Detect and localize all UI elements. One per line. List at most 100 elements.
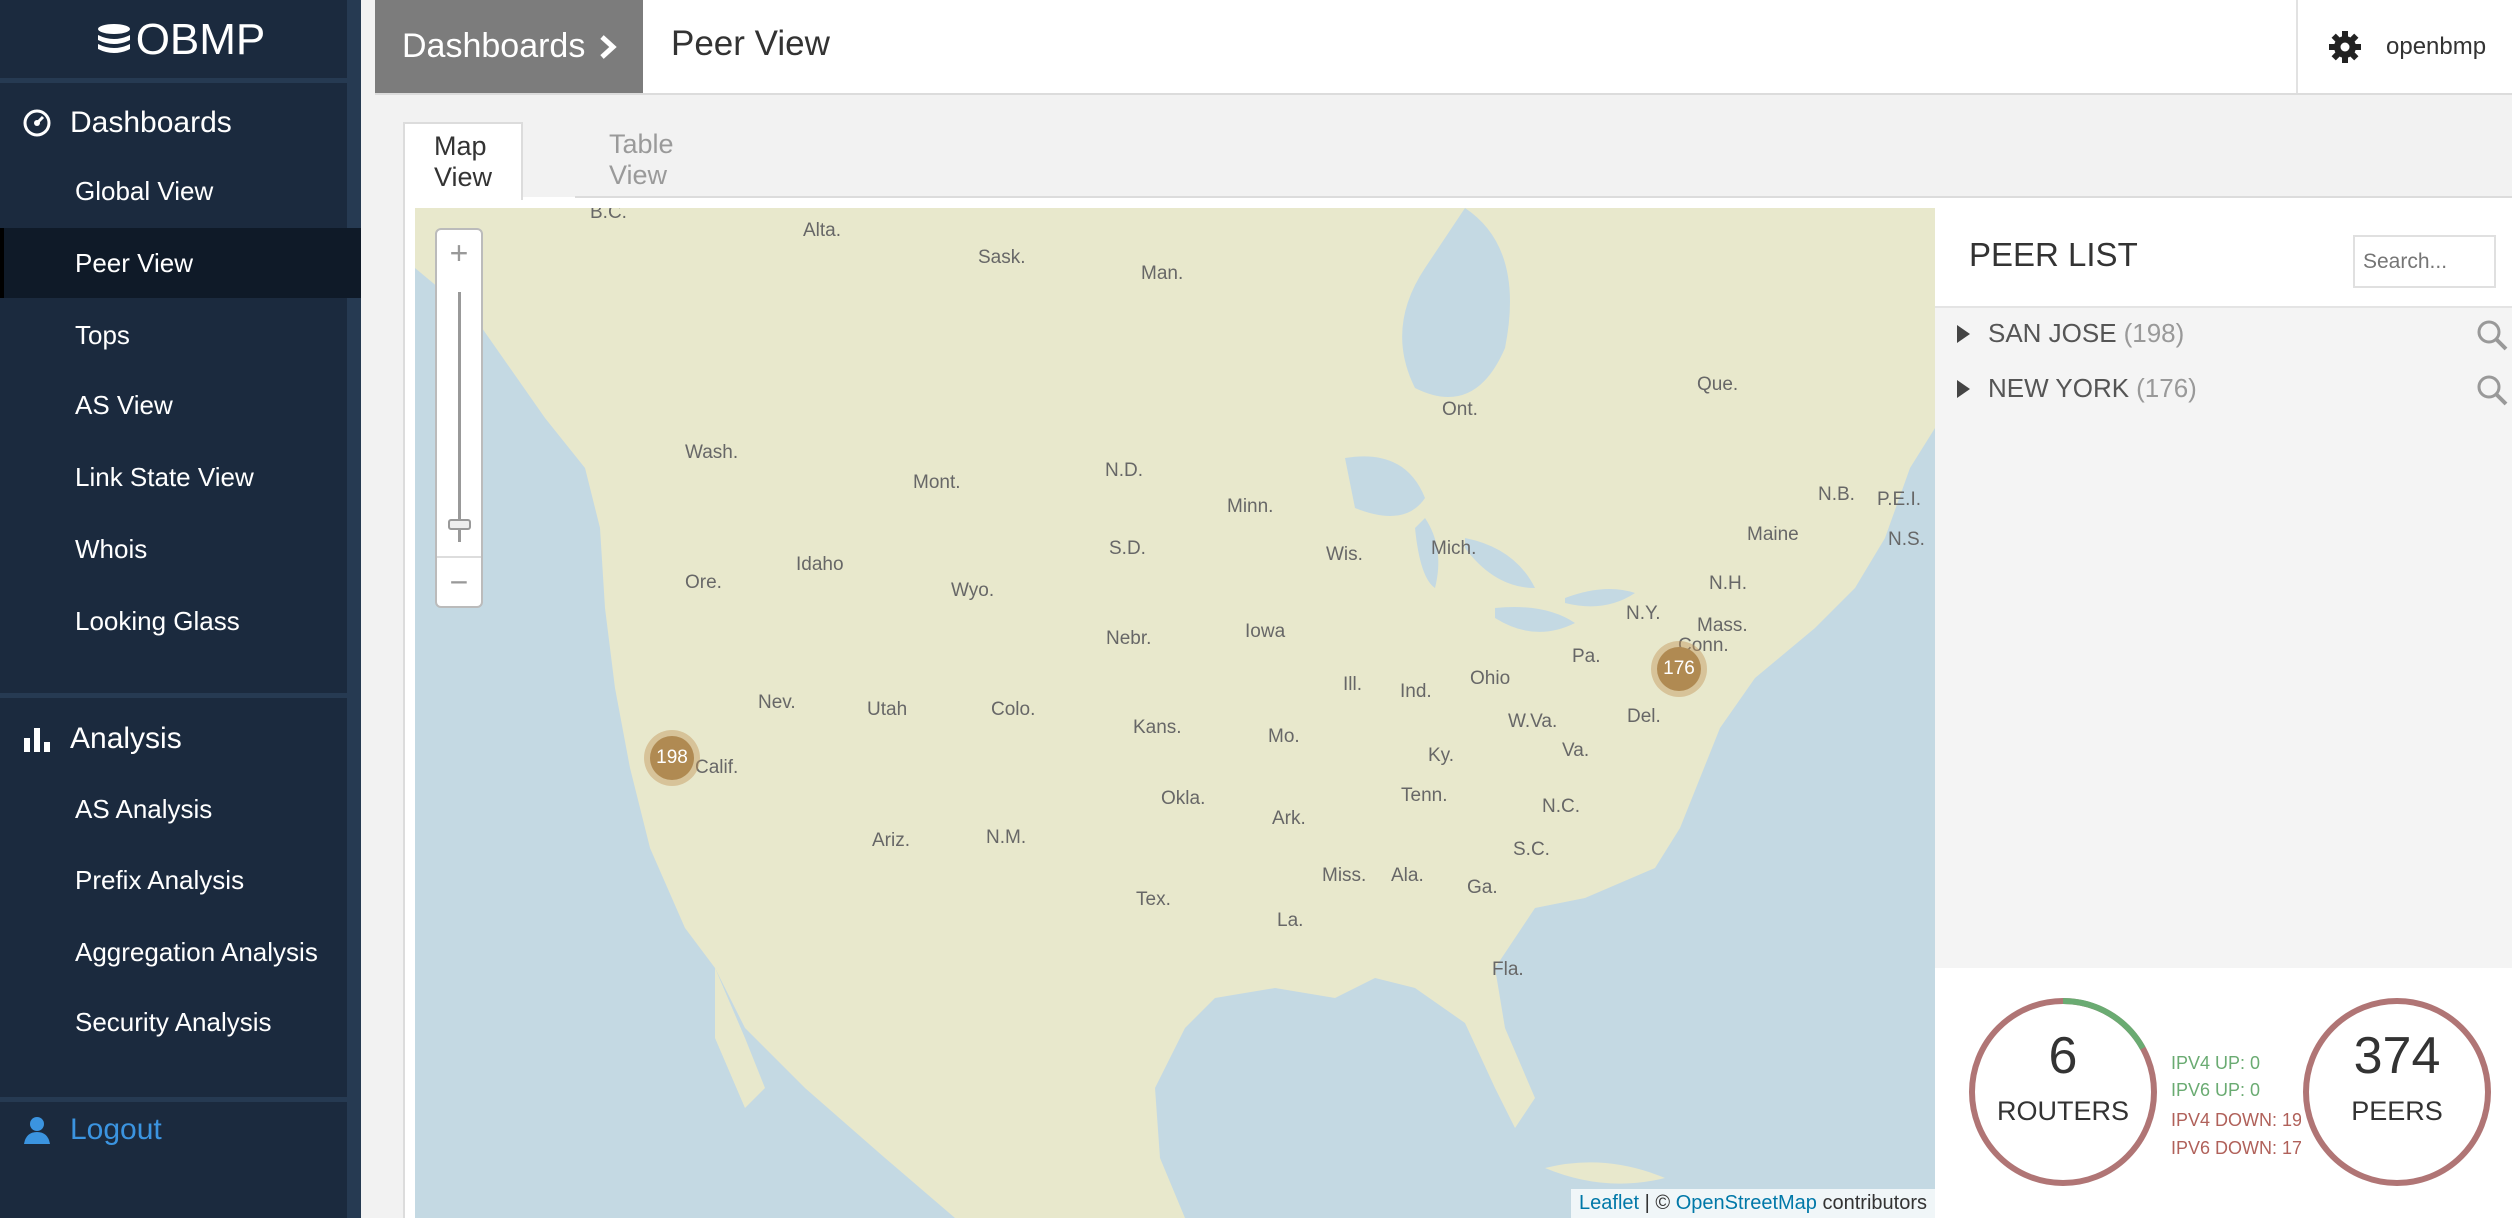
map-label: Tenn. bbox=[1401, 785, 1448, 806]
logo-text: OBMP bbox=[135, 15, 266, 64]
user-menu[interactable]: openbmp bbox=[2296, 0, 2512, 93]
map-label: S.D. bbox=[1109, 538, 1146, 559]
sidebar-item-label: Looking Glass bbox=[75, 605, 240, 636]
zoom-out-button[interactable]: − bbox=[437, 556, 481, 606]
routers-label: ROUTERS bbox=[1996, 1096, 2129, 1126]
sidebar-item-label: AS Analysis bbox=[75, 793, 213, 824]
sidebar-section-analysis[interactable]: Analysis bbox=[0, 704, 361, 774]
peers-count: 374 bbox=[2353, 1027, 2441, 1085]
zoom-in-button[interactable]: + bbox=[437, 230, 481, 276]
map-label: Ore. bbox=[685, 572, 722, 593]
sidebar-item-security-analysis[interactable]: Security Analysis bbox=[0, 987, 361, 1057]
map-label: Sask. bbox=[978, 247, 1026, 268]
map-label: Miss. bbox=[1322, 865, 1367, 886]
ipv6-up-text: IPV6 UP: 0 bbox=[2171, 1080, 2261, 1100]
zoom-slider-track[interactable] bbox=[458, 292, 461, 542]
peers-ring bbox=[2301, 996, 2493, 1188]
sidebar-item-label: Prefix Analysis bbox=[75, 864, 245, 895]
peer-count: (176) bbox=[2136, 373, 2197, 403]
map-cluster-marker[interactable]: 176 bbox=[1651, 641, 1707, 697]
map-label: Idaho bbox=[796, 554, 844, 575]
sidebar-section-dashboards[interactable]: Dashboards bbox=[0, 88, 361, 158]
sidebar-item-label: Peer View bbox=[75, 247, 194, 278]
peer-list-item[interactable]: SAN JOSE (198) bbox=[1935, 306, 2512, 361]
search-icon[interactable] bbox=[2475, 318, 2509, 352]
expand-triangle-icon[interactable] bbox=[1957, 379, 1970, 398]
routers-ring bbox=[1969, 998, 2157, 1186]
zoom-slider-handle[interactable] bbox=[448, 519, 471, 530]
map-label: Nev. bbox=[758, 692, 796, 713]
sidebar-item-whois[interactable]: Whois bbox=[0, 514, 361, 584]
map-attribution: Leaflet | © OpenStreetMap contributors bbox=[1571, 1189, 1935, 1218]
breadcrumb-label: Dashboards bbox=[402, 27, 586, 65]
logout-label: Logout bbox=[70, 1113, 162, 1146]
sidebar-divider bbox=[0, 693, 361, 698]
sidebar-item-label: Tops bbox=[75, 319, 130, 350]
user-icon bbox=[24, 1117, 50, 1144]
map-label: Wyo. bbox=[951, 580, 995, 601]
peer-location: SAN JOSE bbox=[1988, 318, 2117, 348]
map-label: Calif. bbox=[695, 757, 739, 778]
leaflet-link[interactable]: Leaflet bbox=[1579, 1192, 1639, 1214]
map-label: Va. bbox=[1562, 740, 1590, 761]
app-logo[interactable]: OBMP bbox=[0, 0, 361, 80]
tab-label: Map View bbox=[434, 131, 493, 192]
breadcrumb-dashboards[interactable]: Dashboards bbox=[375, 0, 643, 93]
sidebar-item-tops[interactable]: Tops bbox=[0, 300, 361, 370]
attribution-sep: | © bbox=[1644, 1192, 1671, 1214]
map-label: Nebr. bbox=[1106, 628, 1152, 649]
map-label: Pa. bbox=[1572, 646, 1601, 667]
tab-underline bbox=[575, 196, 2512, 198]
map-label: S.C. bbox=[1513, 839, 1550, 860]
map-label: Ariz. bbox=[872, 830, 910, 851]
map-tiles bbox=[415, 208, 1935, 1218]
search-icon[interactable] bbox=[2475, 373, 2509, 407]
map-label: Minn. bbox=[1227, 496, 1274, 517]
tab-map-view[interactable]: Map View bbox=[403, 122, 524, 200]
map-label: Alta. bbox=[803, 220, 842, 241]
map-label: Ill. bbox=[1343, 674, 1362, 695]
map-label: Maine bbox=[1747, 524, 1799, 545]
sidebar-item-as-analysis[interactable]: AS Analysis bbox=[0, 774, 361, 844]
map-label: Okla. bbox=[1161, 788, 1206, 809]
map-label: Mont. bbox=[913, 472, 961, 493]
sidebar-item-label: Aggregation Analysis bbox=[75, 936, 318, 967]
map-label: N.M. bbox=[986, 827, 1027, 848]
map-label: Ind. bbox=[1400, 681, 1432, 702]
peer-map[interactable]: B.C. Alta. Sask. Man. Que. Ont. Wash. Mo… bbox=[415, 208, 1935, 1218]
map-label: N.Y. bbox=[1626, 603, 1661, 624]
sidebar-item-prefix-analysis[interactable]: Prefix Analysis bbox=[0, 845, 361, 915]
sidebar-section-label: Dashboards bbox=[70, 106, 232, 139]
ipv4-up-text: IPV4 UP: 0 bbox=[2171, 1053, 2261, 1073]
logout-link[interactable]: Logout bbox=[22, 1113, 162, 1147]
peer-list-header: PEER LIST bbox=[1935, 208, 2512, 308]
map-cluster-marker[interactable]: 198 bbox=[644, 730, 700, 786]
sidebar: OBMP Dashboards Global View Peer View To… bbox=[0, 0, 361, 1218]
sidebar-item-link-state-view[interactable]: Link State View bbox=[0, 442, 361, 512]
peer-list-item[interactable]: NEW YORK (176) bbox=[1935, 361, 2512, 416]
peer-search-input[interactable] bbox=[2353, 235, 2496, 288]
map-label: Mass. bbox=[1697, 615, 1748, 636]
osm-link[interactable]: OpenStreetMap bbox=[1676, 1192, 1817, 1214]
peer-list-title: PEER LIST bbox=[1969, 236, 2138, 273]
sidebar-item-label: Security Analysis bbox=[75, 1006, 272, 1037]
gear-icon[interactable] bbox=[2328, 30, 2362, 64]
expand-triangle-icon[interactable] bbox=[1957, 324, 1970, 343]
sidebar-item-peer-view[interactable]: Peer View bbox=[0, 228, 361, 298]
sidebar-item-global-view[interactable]: Global View bbox=[0, 156, 361, 226]
cluster-count: 176 bbox=[1657, 647, 1701, 691]
map-label: B.C. bbox=[590, 208, 627, 223]
sidebar-item-as-view[interactable]: AS View bbox=[0, 370, 361, 440]
sidebar-item-label: AS View bbox=[75, 389, 173, 420]
map-label: Ohio bbox=[1470, 668, 1511, 689]
sidebar-item-label: Link State View bbox=[75, 461, 254, 492]
username: openbmp bbox=[2386, 32, 2487, 60]
map-label: Ala. bbox=[1391, 865, 1424, 886]
tab-table-view[interactable]: Table View bbox=[580, 122, 703, 198]
sidebar-item-looking-glass[interactable]: Looking Glass bbox=[0, 586, 361, 656]
chevron-right-icon bbox=[600, 34, 618, 59]
attribution-suffix: contributors bbox=[1822, 1192, 1928, 1214]
sidebar-item-aggregation-analysis[interactable]: Aggregation Analysis bbox=[0, 917, 361, 987]
zoom-control: + − bbox=[435, 228, 483, 608]
sidebar-divider bbox=[0, 78, 361, 83]
